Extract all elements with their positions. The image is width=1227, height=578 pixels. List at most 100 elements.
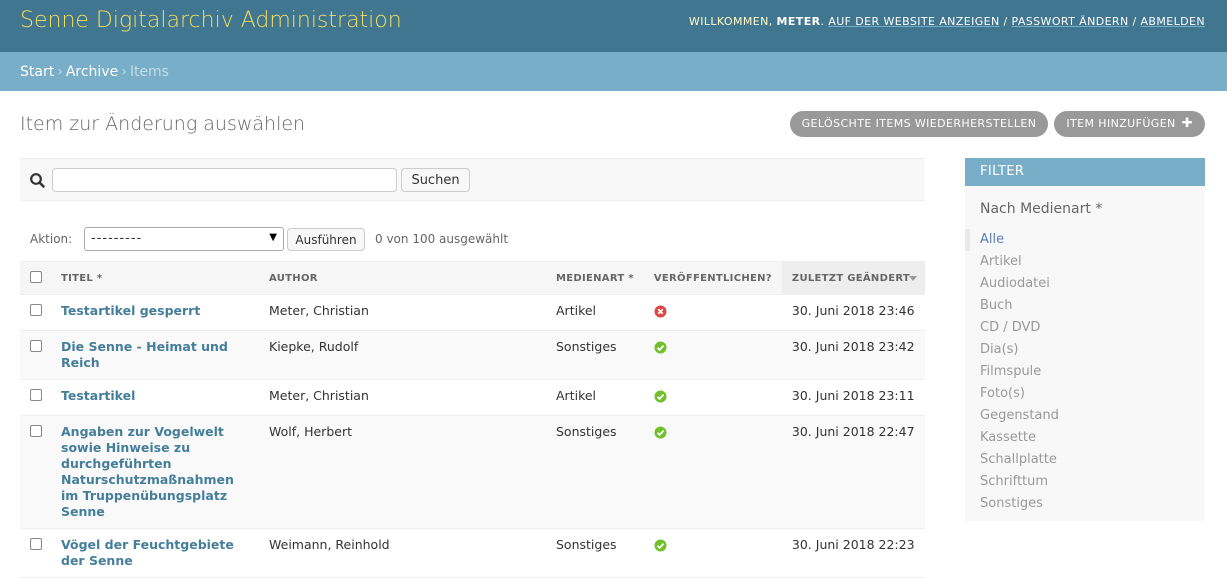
row-select-cell bbox=[20, 415, 51, 529]
title-cell: Die Senne - Heimat und Reich bbox=[51, 330, 259, 380]
column-header-published[interactable]: Veröffentlichen? bbox=[643, 261, 782, 295]
filter-link[interactable]: Foto(s) bbox=[980, 386, 1025, 401]
select-all-header bbox=[20, 261, 51, 295]
filter-item[interactable]: Alle bbox=[965, 229, 1205, 251]
row-checkbox[interactable] bbox=[30, 538, 42, 550]
item-title-link[interactable]: Die Senne - Heimat und Reich bbox=[61, 339, 228, 370]
filter-item[interactable]: CD / DVD bbox=[965, 317, 1205, 339]
author-cell: Weimann, Reinhold bbox=[259, 528, 546, 578]
author-cell: Meter, Christian bbox=[259, 379, 546, 416]
title-cell: Vögel der Feuchtgebiete der Senne bbox=[51, 528, 259, 578]
filter-link[interactable]: Dia(s) bbox=[980, 342, 1019, 357]
filter-item[interactable]: Schallplatte bbox=[965, 449, 1205, 471]
row-checkbox[interactable] bbox=[30, 425, 42, 437]
breadcrumb-app[interactable]: Archive bbox=[66, 64, 118, 80]
row-checkbox[interactable] bbox=[30, 389, 42, 401]
published-cell bbox=[643, 294, 782, 331]
add-item-label: Item hinzufügen bbox=[1066, 117, 1176, 130]
author-cell: Kiepke, Rudolf bbox=[259, 330, 546, 380]
filter-link[interactable]: Gegenstand bbox=[980, 408, 1059, 423]
row-select-cell bbox=[20, 528, 51, 578]
filter-section-title: Nach Medienart * bbox=[980, 201, 1103, 217]
run-action-button[interactable]: Ausführen bbox=[287, 228, 365, 251]
table-header-row: Titel * Author Medienart * Veröffentlich… bbox=[20, 261, 925, 295]
add-item-button[interactable]: Item hinzufügen ✚ bbox=[1054, 111, 1205, 137]
filter-link[interactable]: Artikel bbox=[980, 254, 1022, 269]
filter-item[interactable]: Buch bbox=[965, 295, 1205, 317]
column-header-modified[interactable]: Zuletzt geändert bbox=[781, 261, 925, 295]
action-select-value: --------- bbox=[91, 231, 143, 246]
action-counter: 0 von 100 ausgewählt bbox=[375, 232, 509, 246]
filter-item[interactable]: Foto(s) bbox=[965, 383, 1205, 405]
search-button[interactable]: Suchen bbox=[401, 168, 470, 192]
column-header-medium[interactable]: Medienart * bbox=[546, 261, 644, 295]
filter-item[interactable]: Gegenstand bbox=[965, 405, 1205, 427]
item-title-link[interactable]: Angaben zur Vogelwelt sowie Hinweise zu … bbox=[61, 424, 234, 519]
yes-icon bbox=[654, 341, 667, 354]
breadcrumb-home[interactable]: Start bbox=[20, 64, 54, 80]
filter-link[interactable]: CD / DVD bbox=[980, 320, 1040, 335]
filter-item[interactable]: Audiodatei bbox=[965, 273, 1205, 295]
item-title-link[interactable]: Vögel der Feuchtgebiete der Senne bbox=[61, 537, 234, 568]
filter-item[interactable]: Artikel bbox=[965, 251, 1205, 273]
filter-link[interactable]: Audiodatei bbox=[980, 276, 1050, 291]
welcome-text: Willkommen, bbox=[688, 15, 773, 28]
dropdown-arrow-icon: ▼ bbox=[269, 232, 277, 243]
author-cell: Meter, Christian bbox=[259, 294, 546, 331]
published-cell bbox=[643, 330, 782, 380]
search-icon bbox=[30, 173, 45, 188]
yes-icon bbox=[654, 390, 667, 403]
title-cell: Testartikel gesperrt bbox=[51, 294, 259, 331]
filter-link[interactable]: Filmspule bbox=[980, 364, 1041, 379]
password-change-link[interactable]: Passwort ändern bbox=[1012, 15, 1129, 28]
filter-link[interactable]: Schallplatte bbox=[980, 452, 1057, 467]
item-title-link[interactable]: Testartikel bbox=[61, 388, 135, 403]
filter-link[interactable]: Schrifttum bbox=[980, 474, 1048, 489]
filter-item[interactable]: Dia(s) bbox=[965, 339, 1205, 361]
table-row: Testartikel Meter, Christian Artikel 30. Ju… bbox=[20, 379, 925, 416]
object-tools: Gelöschte Items wiederherstellen Item hi… bbox=[789, 111, 1205, 137]
table-row: Die Senne - Heimat und Reich Kiepke, Rudo… bbox=[20, 330, 925, 380]
filter-link[interactable]: Buch bbox=[980, 298, 1013, 313]
medium-cell: Artikel bbox=[546, 379, 644, 416]
title-cell: Testartikel bbox=[51, 379, 259, 416]
row-checkbox[interactable] bbox=[30, 340, 42, 352]
modified-cell: 30. Juni 2018 23:11 bbox=[781, 379, 925, 416]
search-input[interactable] bbox=[52, 168, 397, 192]
filter-link[interactable]: Alle bbox=[980, 232, 1004, 247]
row-select-cell bbox=[20, 330, 51, 380]
breadcrumb-separator: › bbox=[121, 64, 127, 80]
row-select-cell bbox=[20, 294, 51, 331]
filter-link[interactable]: Kassette bbox=[980, 430, 1036, 445]
search-toolbar: Suchen bbox=[20, 158, 925, 201]
table-row: Testartikel gesperrt Meter, Christian Arti… bbox=[20, 294, 925, 331]
published-cell bbox=[643, 379, 782, 416]
medium-cell: Artikel bbox=[546, 294, 644, 331]
recover-deleted-button[interactable]: Gelöschte Items wiederherstellen bbox=[789, 111, 1049, 137]
modified-cell: 30. Juni 2018 23:42 bbox=[781, 330, 925, 380]
column-header-title[interactable]: Titel * bbox=[51, 261, 259, 295]
filter-link[interactable]: Sonstiges bbox=[980, 496, 1043, 511]
plus-icon: ✚ bbox=[1181, 116, 1193, 131]
filter-item[interactable]: Sonstiges bbox=[965, 493, 1205, 515]
modified-cell: 30. Juni 2018 22:47 bbox=[781, 415, 925, 529]
logout-link[interactable]: Abmelden bbox=[1141, 15, 1206, 28]
site-name[interactable]: Senne Digitalarchiv Administration bbox=[20, 8, 402, 33]
actions-bar: Aktion: --------- ▼ Ausführen 0 von 100 … bbox=[20, 226, 925, 252]
breadcrumb-current: Items bbox=[129, 64, 169, 80]
filter-item[interactable]: Filmspule bbox=[965, 361, 1205, 383]
action-select[interactable]: --------- ▼ bbox=[84, 227, 284, 251]
column-header-author[interactable]: Author bbox=[259, 261, 546, 295]
table-row: Vögel der Feuchtgebiete der Senne Weimann… bbox=[20, 528, 925, 578]
published-cell bbox=[643, 528, 782, 578]
table-row: Angaben zur Vogelwelt sowie Hinweise zu … bbox=[20, 415, 925, 529]
filter-item[interactable]: Schrifttum bbox=[965, 471, 1205, 493]
view-site-link[interactable]: Auf der Website anzeigen bbox=[828, 15, 999, 28]
row-checkbox[interactable] bbox=[30, 304, 42, 316]
filter-item[interactable]: Kassette bbox=[965, 427, 1205, 449]
select-all-checkbox[interactable] bbox=[30, 271, 42, 283]
item-title-link[interactable]: Testartikel gesperrt bbox=[61, 303, 200, 318]
sort-descending-icon[interactable] bbox=[909, 276, 917, 281]
no-icon bbox=[654, 305, 667, 318]
breadcrumb: Start › Archive › Items bbox=[0, 52, 1227, 91]
